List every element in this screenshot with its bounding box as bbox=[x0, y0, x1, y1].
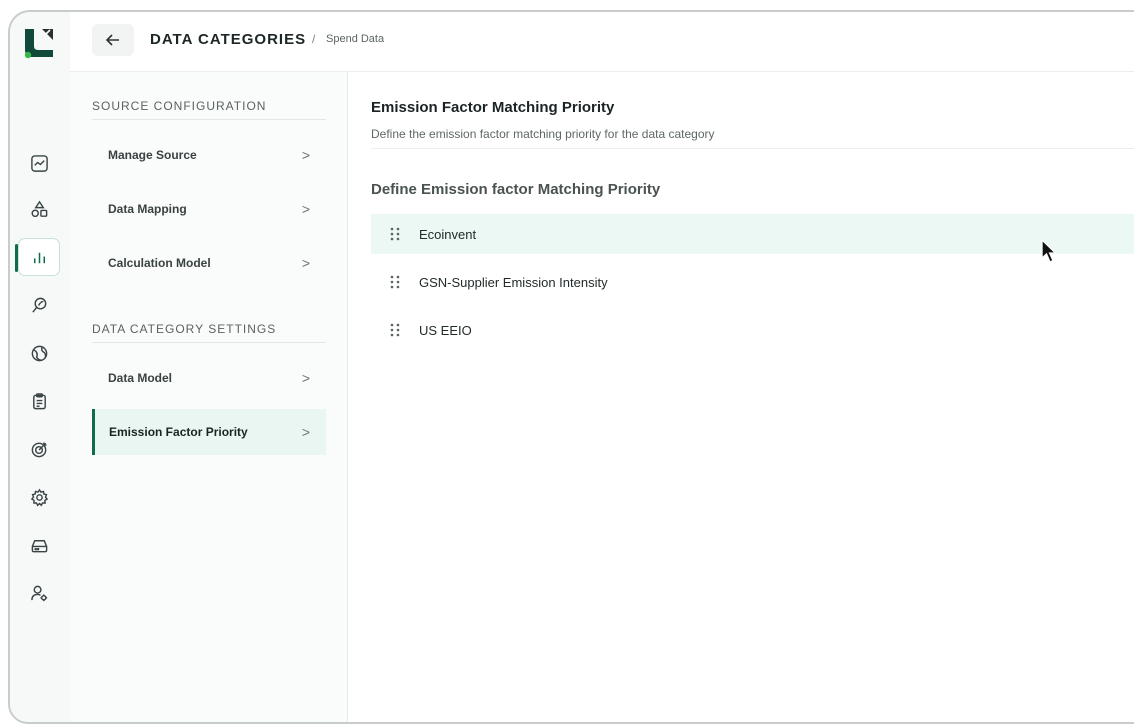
shapes-icon[interactable] bbox=[18, 190, 60, 228]
back-button[interactable] bbox=[92, 24, 134, 56]
priority-item-ecoinvent[interactable]: Ecoinvent bbox=[371, 214, 1134, 254]
nav-item-manage-source[interactable]: Manage Source > bbox=[92, 132, 326, 178]
section-label-settings: DATA CATEGORY SETTINGS bbox=[92, 322, 277, 336]
chevron-right-icon: > bbox=[301, 201, 310, 217]
target-icon[interactable] bbox=[18, 430, 60, 468]
breadcrumb-separator: / bbox=[312, 32, 316, 46]
bar-chart-icon[interactable] bbox=[15, 238, 60, 276]
nav-item-emission-factor-priority[interactable]: Emission Factor Priority > bbox=[92, 409, 326, 455]
section-label-source: SOURCE CONFIGURATION bbox=[92, 99, 267, 113]
mouse-cursor-icon bbox=[1041, 238, 1058, 263]
section-title: Define Emission factor Matching Priority bbox=[371, 181, 661, 198]
leaf-search-icon[interactable] bbox=[18, 286, 60, 324]
gear-icon[interactable] bbox=[18, 478, 60, 516]
nav-item-label: Manage Source bbox=[108, 148, 197, 162]
nav-item-data-mapping[interactable]: Data Mapping > bbox=[92, 186, 326, 232]
nav-item-label: Calculation Model bbox=[108, 256, 211, 270]
breadcrumb-title[interactable]: DATA CATEGORIES bbox=[150, 31, 306, 48]
page-description: Define the emission factor matching prio… bbox=[371, 127, 715, 141]
priority-label: US EEIO bbox=[419, 322, 472, 338]
user-settings-icon[interactable] bbox=[18, 574, 60, 612]
nav-item-label: Data Model bbox=[108, 371, 173, 385]
nav-item-calculation-model[interactable]: Calculation Model > bbox=[92, 240, 326, 286]
priority-item-gsn-supplier[interactable]: GSN-Supplier Emission Intensity bbox=[371, 262, 1134, 302]
settings-sidebar: SOURCE CONFIGURATION Manage Source > Dat… bbox=[70, 72, 348, 722]
breadcrumb-current: Spend Data bbox=[326, 33, 385, 45]
globe-icon[interactable] bbox=[18, 334, 60, 372]
chevron-right-icon: > bbox=[301, 424, 310, 440]
nav-item-label: Data Mapping bbox=[108, 202, 187, 216]
priority-item-us-eeio[interactable]: US EEIO bbox=[371, 310, 1134, 350]
priority-label: GSN-Supplier Emission Intensity bbox=[419, 274, 608, 290]
icon-rail bbox=[10, 12, 70, 722]
nav-item-data-model[interactable]: Data Model > bbox=[92, 355, 326, 401]
brand-logo[interactable] bbox=[22, 26, 56, 60]
top-bar: DATA CATEGORIES / Spend Data bbox=[70, 12, 1134, 72]
chevron-right-icon: > bbox=[301, 147, 310, 163]
app-window: DATA CATEGORIES / Spend Data SOURCE CONF… bbox=[8, 10, 1134, 724]
page-title: Emission Factor Matching Priority bbox=[371, 99, 615, 116]
chevron-right-icon: > bbox=[301, 370, 310, 386]
nav-item-label: Emission Factor Priority bbox=[109, 425, 248, 439]
chevron-right-icon: > bbox=[301, 255, 310, 271]
drive-icon[interactable] bbox=[18, 526, 60, 564]
section-divider bbox=[92, 119, 326, 120]
header-divider bbox=[371, 148, 1134, 149]
priority-label: Ecoinvent bbox=[419, 226, 477, 242]
drag-handle-icon[interactable] bbox=[389, 226, 401, 242]
drag-handle-icon[interactable] bbox=[389, 274, 401, 290]
arrow-left-icon bbox=[106, 34, 119, 46]
trend-chart-icon[interactable] bbox=[18, 144, 60, 182]
main-panel: Emission Factor Matching Priority Define… bbox=[349, 72, 1134, 722]
drag-handle-icon[interactable] bbox=[389, 322, 401, 338]
section-divider bbox=[92, 342, 326, 343]
clipboard-icon[interactable] bbox=[18, 382, 60, 420]
